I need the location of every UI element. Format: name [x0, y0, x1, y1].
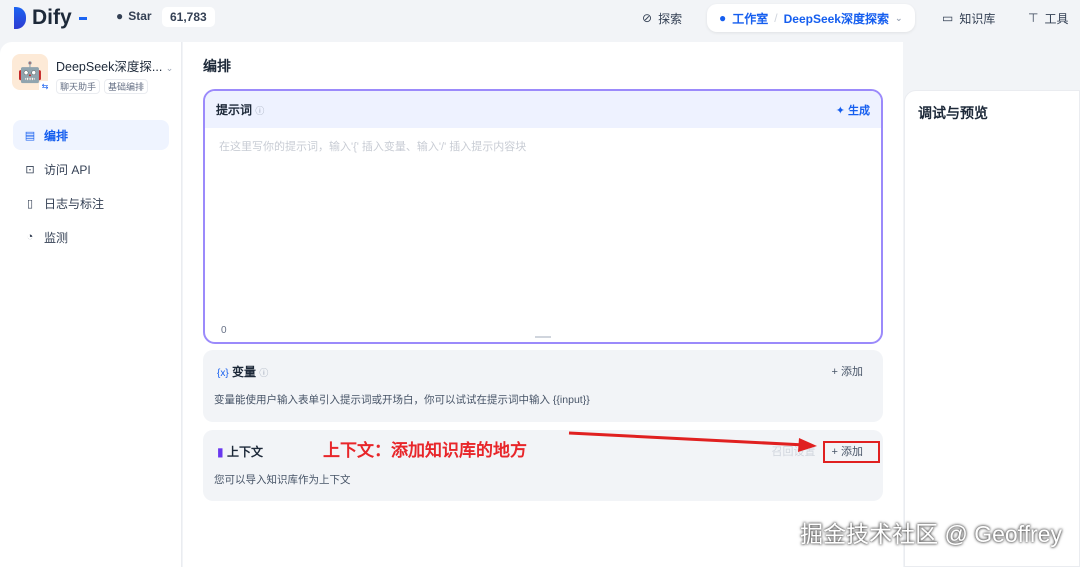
chevron-down-icon: ⌄ [894, 12, 903, 23]
github-star-button[interactable]: ● Star [116, 9, 152, 23]
nav-studio[interactable]: ● 工作室 / DeepSeek深度探索 ⌄ [707, 4, 915, 32]
robot-icon: ● [719, 11, 727, 25]
nav-explore[interactable]: ⊘ 探索 [642, 4, 682, 32]
page-title: 编排 [203, 58, 231, 74]
prompt-editor[interactable]: 提示词 ⓘ ✦ 生成 在这里写你的提示词，输入'{' 插入变量、输入'/' 插入… [203, 89, 883, 344]
char-count: 0 [221, 325, 227, 336]
terminal-icon: ⊡ [25, 163, 35, 176]
sidebar: 🤖 ⇆ DeepSeek深度探... ⌄ 聊天助手 基础编排 ▤ 编排 ⊡ 访问 API… [0, 42, 182, 567]
watermark: 掘金技术社区 @ Geoffrey [800, 521, 1062, 547]
app-mode-tag: 基础编排 [104, 79, 149, 94]
sidebar-item-api[interactable]: ⊡ 访问 API [13, 154, 169, 184]
annotation-highlight-box [823, 441, 880, 463]
prompt-input[interactable]: 在这里写你的提示词，输入'{' 插入变量、输入'/' 插入提示内容块 [205, 128, 881, 164]
resize-handle[interactable] [535, 336, 551, 338]
generate-button[interactable]: ✦ 生成 [836, 102, 870, 118]
annotation-text: 上下文：添加知识库的地方 [323, 441, 527, 460]
annotation-arrow [568, 431, 817, 452]
sparkle-icon: ✦ [835, 104, 845, 117]
github-icon: ● [116, 9, 124, 23]
variable-icon: {x} [217, 367, 229, 379]
add-variable-button[interactable]: + 添加 [826, 360, 869, 382]
sidebar-item-logs[interactable]: ▯ 日志与标注 [13, 188, 169, 218]
sidebar-item-orchestrate[interactable]: ▤ 编排 [13, 120, 169, 150]
app-avatar: 🤖 ⇆ [12, 54, 51, 93]
file-list-icon: ▯ [26, 197, 34, 210]
preview-title: 调试与预览 [918, 105, 988, 121]
dify-logo[interactable]: Dify [14, 6, 87, 30]
book-icon: ▭ [942, 11, 954, 25]
top-bar: Dify ● Star 61,783 ⊘ 探索 ● 工作室 / DeepSeek深度探索 ⌄… [0, 0, 1080, 38]
compass-icon: ⊘ [642, 11, 653, 25]
layout-icon: ▤ [24, 129, 36, 142]
help-icon[interactable]: ⓘ [259, 368, 268, 378]
tool-icon: ⊤ [1028, 11, 1039, 25]
nav-tools[interactable]: ⊤ 工具 [1028, 4, 1068, 32]
app-type-tag: 聊天助手 [56, 79, 101, 94]
current-app-selector[interactable]: DeepSeek深度探索 [784, 10, 889, 27]
main-panel: 编排 提示词 ⓘ ✦ 生成 在这里写你的提示词，输入'{' 插入变量、输入'/'… [183, 42, 903, 567]
variables-section: {x} 变量 ⓘ + 添加 变量能使用户输入表单引入提示词或开场白，你可以试试在… [203, 350, 883, 422]
help-icon[interactable]: ⓘ [255, 106, 264, 116]
debug-preview-panel: 调试与预览 [904, 90, 1080, 567]
app-selector[interactable]: 🤖 ⇆ DeepSeek深度探... ⌄ 聊天助手 基础编排 [12, 54, 173, 94]
nav-knowledge[interactable]: ▭ 知识库 [942, 4, 995, 32]
sidebar-item-monitor[interactable]: ◔ 监测 [13, 222, 169, 252]
dashboard-icon: ◔ [26, 231, 34, 243]
document-icon: ▮ [217, 444, 224, 459]
star-count: 61,783 [162, 7, 215, 27]
chevron-down-icon: ⌄ [165, 63, 174, 73]
